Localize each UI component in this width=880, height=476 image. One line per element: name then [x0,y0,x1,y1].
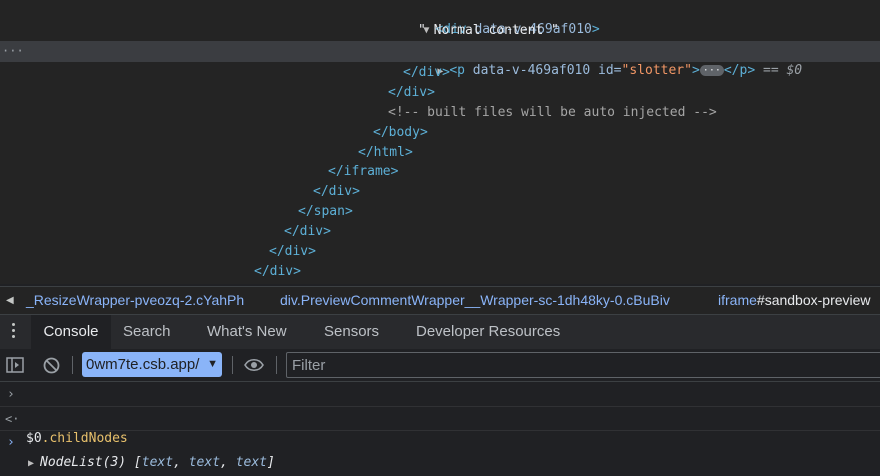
dropdown-caret-icon: ▼ [207,358,218,370]
dom-breadcrumb: ◀ _ResizeWrapper-pveozq-2.cYahPh div.Pre… [0,286,880,314]
tree-close-span[interactable]: </span> [298,202,353,222]
list-item: text [235,455,267,470]
eye-icon[interactable] [244,358,264,372]
tree-comment-node[interactable]: <!-- built files will be auto injected -… [388,103,717,123]
list-item: text [188,455,221,470]
list-item: text [141,455,174,470]
tab-search[interactable]: Search [123,315,171,349]
console-toolbar: 0wm7te.csb.app/ ▼ [0,349,880,382]
breadcrumb-item[interactable]: iframe#sandbox-preview [718,287,871,314]
tree-close-div[interactable]: </div> [284,222,331,242]
chevron-right-icon: › [7,387,15,402]
tree-close-html[interactable]: </html> [358,143,413,163]
tab-developer-resources[interactable]: Developer Resources [416,315,560,349]
console-result-line[interactable]: <· ▶ NodeList(3) [text, text, text] [0,408,880,470]
collapsed-children-ellipsis[interactable]: ··· [699,65,724,76]
tree-close-body[interactable]: </body> [373,123,428,143]
node-actions-gutter[interactable]: ··· [2,41,24,62]
expand-triangle-icon[interactable]: ▶ [28,453,40,475]
tab-whats-new[interactable]: What's New [207,315,287,349]
tree-close-div[interactable]: </div> [269,242,316,262]
tree-close-div[interactable]: </div> [403,63,450,83]
tab-console[interactable]: Console [31,315,111,349]
dollar-zero-ref: $0 [786,63,803,78]
breadcrumb-item[interactable]: _ResizeWrapper-pveozq-2.cYahPh [26,287,244,314]
elements-dom-tree: ··· ▼ <div data-v-469af010> " Normal cont… [0,0,880,284]
tree-close-iframe[interactable]: </iframe> [328,162,398,182]
result-arrow-icon: <· [5,412,20,426]
tree-node-div-open[interactable]: ▼ <div data-v-469af010> [392,0,599,37]
tree-close-div[interactable]: </div> [313,182,360,202]
tree-close-div[interactable]: </div> [388,83,435,103]
breadcrumb-item[interactable]: div.PreviewCommentWrapper__Wrapper-sc-1d… [280,287,670,314]
drawer-tab-bar: Console Search What's New Sensors Develo… [0,314,880,350]
caret-left-icon[interactable]: ◀ [6,287,14,314]
sidebar-toggle-icon[interactable] [6,357,24,373]
console-prompt[interactable]: › [0,432,880,454]
console-input-line: › $0.childNodes [0,384,880,446]
tree-text-node[interactable]: " Normal content " [418,21,559,41]
context-selector[interactable]: 0wm7te.csb.app/ ▼ [82,352,222,377]
tab-sensors[interactable]: Sensors [324,315,379,349]
clear-console-icon[interactable] [43,357,60,374]
prompt-icon: › [7,435,15,450]
filter-input[interactable] [286,352,880,378]
kebab-menu-icon[interactable] [12,323,16,341]
tree-close-div[interactable]: </div> [254,262,301,282]
tree-node-p-selected[interactable]: ▶ <p data-v-469af010 id="slotter"> ··· </p>… [406,41,802,78]
